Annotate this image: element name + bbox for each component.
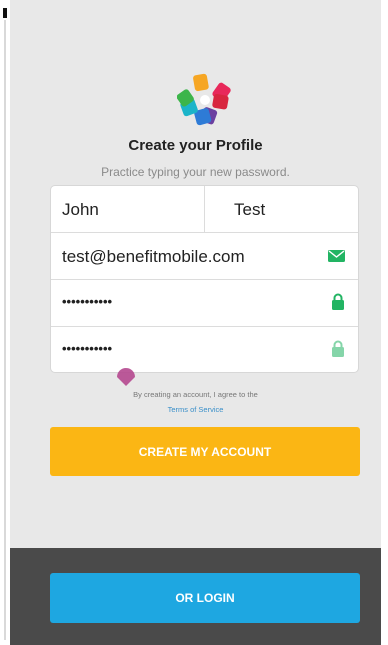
name-divider	[204, 186, 205, 232]
email-field[interactable]: test@benefitmobile.com	[62, 247, 245, 267]
login-button[interactable]: OR LOGIN	[50, 573, 360, 623]
page-title: Create your Profile	[128, 137, 263, 154]
confirm-password-field[interactable]: •••••••••••	[62, 341, 112, 356]
password-field[interactable]: •••••••••••	[62, 294, 112, 309]
edge-marker	[3, 8, 7, 18]
app-screen: Create your Profile Practice typing your…	[10, 0, 381, 645]
profile-form: John Test test@benefitmobile.com •••••••…	[51, 186, 358, 372]
lock-icon-confirm	[332, 340, 344, 357]
agreement-text: By creating an account, I agree to the	[133, 390, 258, 399]
name-row: John Test	[51, 186, 358, 233]
page-subtitle: Practice typing your new password.	[101, 165, 290, 179]
lock-icon	[332, 293, 344, 310]
password-row: •••••••••••	[51, 280, 358, 327]
first-name-field[interactable]: John	[62, 200, 99, 220]
edge-divider	[4, 20, 6, 640]
mail-icon	[328, 250, 345, 262]
terms-link[interactable]: Terms of Service	[10, 405, 381, 414]
left-edge-bar	[0, 0, 7, 645]
text-cursor-handle[interactable]	[115, 365, 137, 387]
email-row: test@benefitmobile.com	[51, 233, 358, 280]
create-account-button[interactable]: CREATE MY ACCOUNT	[50, 427, 360, 476]
app-logo-icon	[177, 73, 231, 126]
confirm-password-row: •••••••••••	[51, 327, 358, 373]
last-name-field[interactable]: Test	[234, 200, 265, 220]
